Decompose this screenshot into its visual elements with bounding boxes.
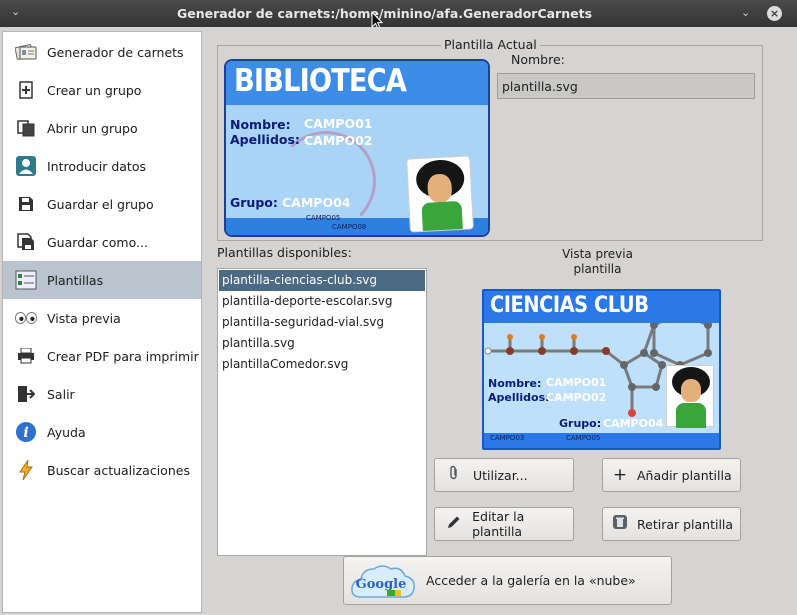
info-icon: i <box>15 421 37 443</box>
sidebar-item-guardar-como[interactable]: Guardar como... <box>3 223 201 261</box>
card-label-apellidos: Apellidos: <box>230 132 300 147</box>
pencil-icon <box>445 515 462 533</box>
current-template-card: BIBLIOTECA Nombre: CAMPO01 Apellidos: CA… <box>224 59 490 237</box>
printer-icon <box>15 345 37 367</box>
preview-label-line2: plantilla <box>573 262 622 276</box>
id-cards-icon <box>15 41 37 63</box>
new-document-icon <box>15 79 37 101</box>
card-label-apellidos: Apellidos: <box>488 391 550 404</box>
exit-icon <box>15 383 37 405</box>
list-item[interactable]: plantillaComedor.svg <box>219 354 425 375</box>
list-item[interactable]: plantilla.svg <box>219 333 425 354</box>
card-label-grupo: Grupo: <box>230 195 278 210</box>
card-value-campo04: CAMPO04 <box>282 195 351 210</box>
trash-icon <box>611 514 629 534</box>
card-photo <box>666 365 714 428</box>
sidebar-item-ayuda[interactable]: i Ayuda <box>3 413 201 451</box>
main-window: Generador de carnets Crear un grupo Abri… <box>0 27 797 615</box>
sidebar: Generador de carnets Crear un grupo Abri… <box>2 31 202 613</box>
list-item[interactable]: plantilla-ciencias-club.svg <box>219 270 425 291</box>
sidebar-item-abrir-grupo[interactable]: Abrir un grupo <box>3 109 201 147</box>
preview-template-card: CIENCIAS CLUB Nombre: CAMPO01 Apellidos:… <box>482 289 721 450</box>
google-logo-text: Google <box>356 577 407 592</box>
preview-label-line1: Vista previa <box>562 247 633 261</box>
card-value-campo04: CAMPO04 <box>603 417 664 430</box>
sidebar-item-generador[interactable]: Generador de carnets <box>3 33 201 71</box>
google-cloud-logo: Google <box>351 565 415 598</box>
sidebar-item-guardar-grupo[interactable]: Guardar el grupo <box>3 185 201 223</box>
card-label-grupo: Grupo: <box>559 417 602 430</box>
sidebar-item-salir[interactable]: Salir <box>3 375 201 413</box>
preview-label: Vista previa plantilla <box>540 247 655 277</box>
sidebar-item-label: Vista previa <box>47 310 121 326</box>
remove-template-button[interactable]: Retirar plantilla <box>602 507 741 541</box>
use-template-button[interactable]: Utilizar... <box>434 458 574 492</box>
card-header: CIENCIAS CLUB <box>484 291 719 323</box>
add-template-label: Añadir plantilla <box>637 467 732 483</box>
card-photo <box>406 155 474 233</box>
card-value-campo01: CAMPO01 <box>304 116 373 131</box>
close-icon[interactable]: × <box>767 6 782 21</box>
title-bar: ⌄ Generador de carnets:/home/minino/afa.… <box>0 0 797 30</box>
minimize-icon[interactable]: ⌄ <box>741 6 750 19</box>
sidebar-item-label: Crear PDF para imprimir <box>47 348 199 364</box>
sidebar-item-vista-previa[interactable]: Vista previa <box>3 299 201 337</box>
card-value-campo02: CAMPO02 <box>304 133 373 148</box>
card-header: BIBLIOTECA <box>226 61 488 105</box>
sidebar-item-label: Buscar actualizaciones <box>47 462 190 478</box>
sidebar-item-label: Generador de carnets <box>47 44 184 60</box>
remove-template-label: Retirar plantilla <box>637 516 734 532</box>
sidebar-item-label: Salir <box>47 386 75 402</box>
template-name-label: Nombre: <box>511 52 565 67</box>
edit-template-button[interactable]: Editar la plantilla <box>434 507 574 541</box>
sidebar-item-crear-pdf[interactable]: Crear PDF para imprimir <box>3 337 201 375</box>
card-label-nombre: Nombre: <box>488 377 542 390</box>
card-value-campo05: CAMPO05 <box>566 434 601 442</box>
sidebar-item-label: Guardar el grupo <box>47 196 154 212</box>
cloud-gallery-label: Acceder a la galería en la «nube» <box>426 573 636 588</box>
available-templates-label: Plantillas disponibles: <box>217 245 352 260</box>
window-title: Generador de carnets:/home/minino/afa.Ge… <box>176 6 593 21</box>
templates-list[interactable]: plantilla-ciencias-club.svg plantilla-de… <box>217 268 427 556</box>
svg-text:i: i <box>23 425 28 441</box>
list-item[interactable]: plantilla-deporte-escolar.svg <box>219 291 425 312</box>
edit-template-label: Editar la plantilla <box>472 509 525 539</box>
sidebar-item-introducir-datos[interactable]: Introducir datos <box>3 147 201 185</box>
card-value-campo02: CAMPO02 <box>546 391 607 404</box>
save-icon <box>15 193 37 215</box>
use-template-label: Utilizar... <box>473 467 528 483</box>
user-icon <box>15 155 37 177</box>
sidebar-item-label: Introducir datos <box>47 158 146 174</box>
card-header-text: BIBLIOTECA <box>234 63 407 99</box>
sidebar-item-label: Abrir un grupo <box>47 120 138 136</box>
plus-icon: + <box>612 465 628 485</box>
save-as-icon <box>15 231 37 253</box>
lightning-icon <box>15 459 37 481</box>
sidebar-item-crear-grupo[interactable]: Crear un grupo <box>3 71 201 109</box>
open-folder-icon <box>15 117 37 139</box>
current-template-title: Plantilla Actual <box>441 37 540 52</box>
paperclip-icon <box>445 465 463 485</box>
eyes-icon <box>15 307 37 329</box>
card-label-nombre: Nombre: <box>230 117 291 132</box>
template-icon <box>15 269 37 291</box>
card-value-campo01: CAMPO01 <box>546 376 607 389</box>
list-item[interactable]: plantilla-seguridad-vial.svg <box>219 312 425 333</box>
sidebar-item-label: Crear un grupo <box>47 82 142 98</box>
card-value-campo03: CAMPO03 <box>490 434 525 442</box>
add-template-button[interactable]: + Añadir plantilla <box>602 458 741 492</box>
cloud-gallery-button[interactable]: Google Acceder a la galería en la «nube» <box>343 556 672 605</box>
template-name-field[interactable]: plantilla.svg <box>497 73 755 99</box>
card-value-campo08: CAMPO08 <box>332 223 367 231</box>
card-header-text: CIENCIAS CLUB <box>490 293 649 318</box>
sidebar-item-label: Ayuda <box>47 424 86 440</box>
sidebar-item-buscar-actualizaciones[interactable]: Buscar actualizaciones <box>3 451 201 489</box>
card-value-campo05: CAMPO05 <box>306 214 341 222</box>
sidebar-item-label: Plantillas <box>47 272 104 288</box>
sidebar-item-plantillas[interactable]: Plantillas <box>3 261 201 299</box>
sidebar-item-label: Guardar como... <box>47 234 148 250</box>
